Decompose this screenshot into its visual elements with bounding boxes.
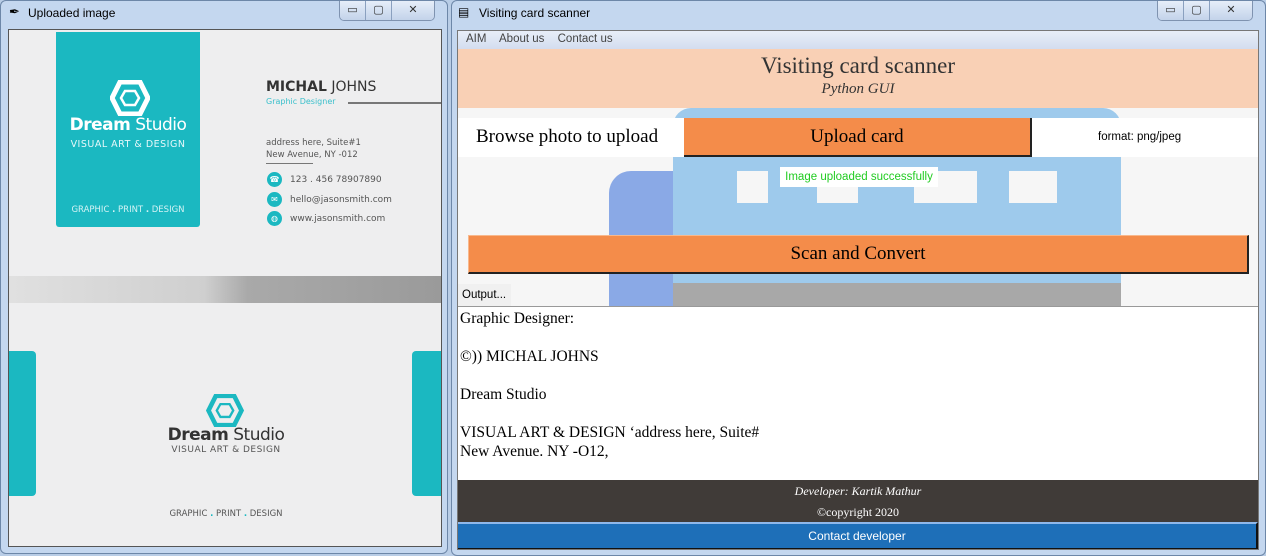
contact-developer-button[interactable]: Contact developer bbox=[458, 522, 1258, 549]
divider bbox=[348, 102, 441, 104]
upload-card-button[interactable]: Upload card bbox=[684, 118, 1032, 157]
hexagon-logo-icon bbox=[206, 394, 244, 427]
tagline: VISUAL ART & DESIGN bbox=[70, 139, 186, 150]
card-image: Dream Studio VISUAL ART & DESIGN GRAPHIC… bbox=[8, 29, 442, 547]
app-icon: ▤ bbox=[458, 5, 470, 19]
developer-credit: Developer: Kartik Mathur bbox=[794, 484, 922, 498]
menu-about-us[interactable]: About us bbox=[499, 33, 544, 45]
output-line: Graphic Designer: bbox=[460, 310, 575, 327]
maximize-button[interactable]: ▢ bbox=[1184, 1, 1210, 20]
header: Visiting card scanner Python GUI bbox=[458, 49, 1258, 108]
address-line-1: address here, Suite#1 bbox=[266, 138, 361, 148]
minimize-button[interactable]: ▭ bbox=[1158, 1, 1184, 20]
window-shape bbox=[737, 171, 768, 203]
header-subtitle: Python GUI bbox=[821, 81, 895, 97]
back-teal-right bbox=[412, 351, 441, 496]
hexagon-logo-icon bbox=[110, 80, 150, 116]
client-area: AIM About us Contact us Visiting card sc… bbox=[457, 30, 1259, 550]
tagline: VISUAL ART & DESIGN bbox=[171, 445, 281, 455]
close-button[interactable]: ✕ bbox=[392, 1, 434, 20]
browse-label: Browse photo to upload bbox=[476, 126, 659, 147]
close-button[interactable]: ✕ bbox=[1210, 1, 1252, 20]
output-line: VISUAL ART & DESIGN ‘address here, Suite… bbox=[460, 424, 760, 441]
output-label: Output... bbox=[458, 284, 511, 306]
brand-light: Studio bbox=[135, 115, 187, 135]
card-separator bbox=[9, 276, 441, 303]
menu-contact-us[interactable]: Contact us bbox=[558, 33, 613, 45]
maximize-button[interactable]: ▢ bbox=[366, 1, 392, 20]
services: GRAPHIC . PRINT . DESIGN bbox=[169, 509, 283, 519]
window-shape bbox=[1009, 171, 1057, 203]
footer: Developer: Kartik Mathur ©copyright 2020 bbox=[458, 480, 1258, 522]
window-title: Visiting card scanner bbox=[479, 6, 591, 20]
email-icon: ✉ bbox=[267, 191, 282, 207]
output-textbox[interactable]: Graphic Designer: ©)) MICHAL JOHNS Dream… bbox=[458, 306, 1258, 480]
email: hello@jasonsmith.com bbox=[290, 194, 392, 205]
address-line-2: New Avenue, NY -012 bbox=[266, 150, 358, 160]
status-label: Image uploaded successfully bbox=[780, 167, 938, 187]
scan-convert-button[interactable]: Scan and Convert bbox=[468, 235, 1249, 274]
minimize-button[interactable]: ▭ bbox=[340, 1, 366, 20]
format-label: format: png/jpeg bbox=[1098, 131, 1182, 143]
brand-bold: Dream bbox=[69, 115, 131, 135]
window-title: Uploaded image bbox=[28, 6, 116, 20]
name-bold: MICHAL bbox=[266, 79, 327, 95]
services: GRAPHIC . PRINT . DESIGN bbox=[71, 205, 185, 215]
brand-bold: Dream bbox=[167, 425, 229, 445]
website: www.jasonsmith.com bbox=[290, 214, 386, 224]
uploaded-image-window: ✒ Uploaded image ▭ ▢ ✕ Dream Studio VISUAL… bbox=[0, 0, 448, 554]
copyright: ©copyright 2020 bbox=[816, 505, 900, 519]
globe-icon: ◍ bbox=[267, 211, 282, 226]
output-line: Dream Studio bbox=[460, 386, 547, 403]
header-title: Visiting card scanner bbox=[760, 53, 956, 78]
back-teal-left bbox=[9, 351, 36, 496]
phone: 123 . 456 78907890 bbox=[290, 175, 382, 185]
phone-icon: ☎ bbox=[267, 172, 282, 187]
menu-aim[interactable]: AIM bbox=[466, 33, 486, 45]
background-illustration-base bbox=[673, 283, 1121, 308]
divider bbox=[266, 163, 313, 164]
output-line: New Avenue. NY -O12, bbox=[460, 443, 609, 460]
scanner-window: ▤ Visiting card scanner ▭ ▢ ✕ AIM About us… bbox=[451, 0, 1266, 556]
output-line: ©)) MICHAL JOHNS bbox=[460, 348, 599, 365]
name-light: JOHNS bbox=[331, 79, 377, 95]
brand-light: Studio bbox=[233, 425, 285, 445]
feather-icon: ✒ bbox=[9, 5, 20, 20]
menu-bar: AIM About us Contact us bbox=[458, 31, 1258, 49]
role: Graphic Designer bbox=[266, 97, 336, 106]
